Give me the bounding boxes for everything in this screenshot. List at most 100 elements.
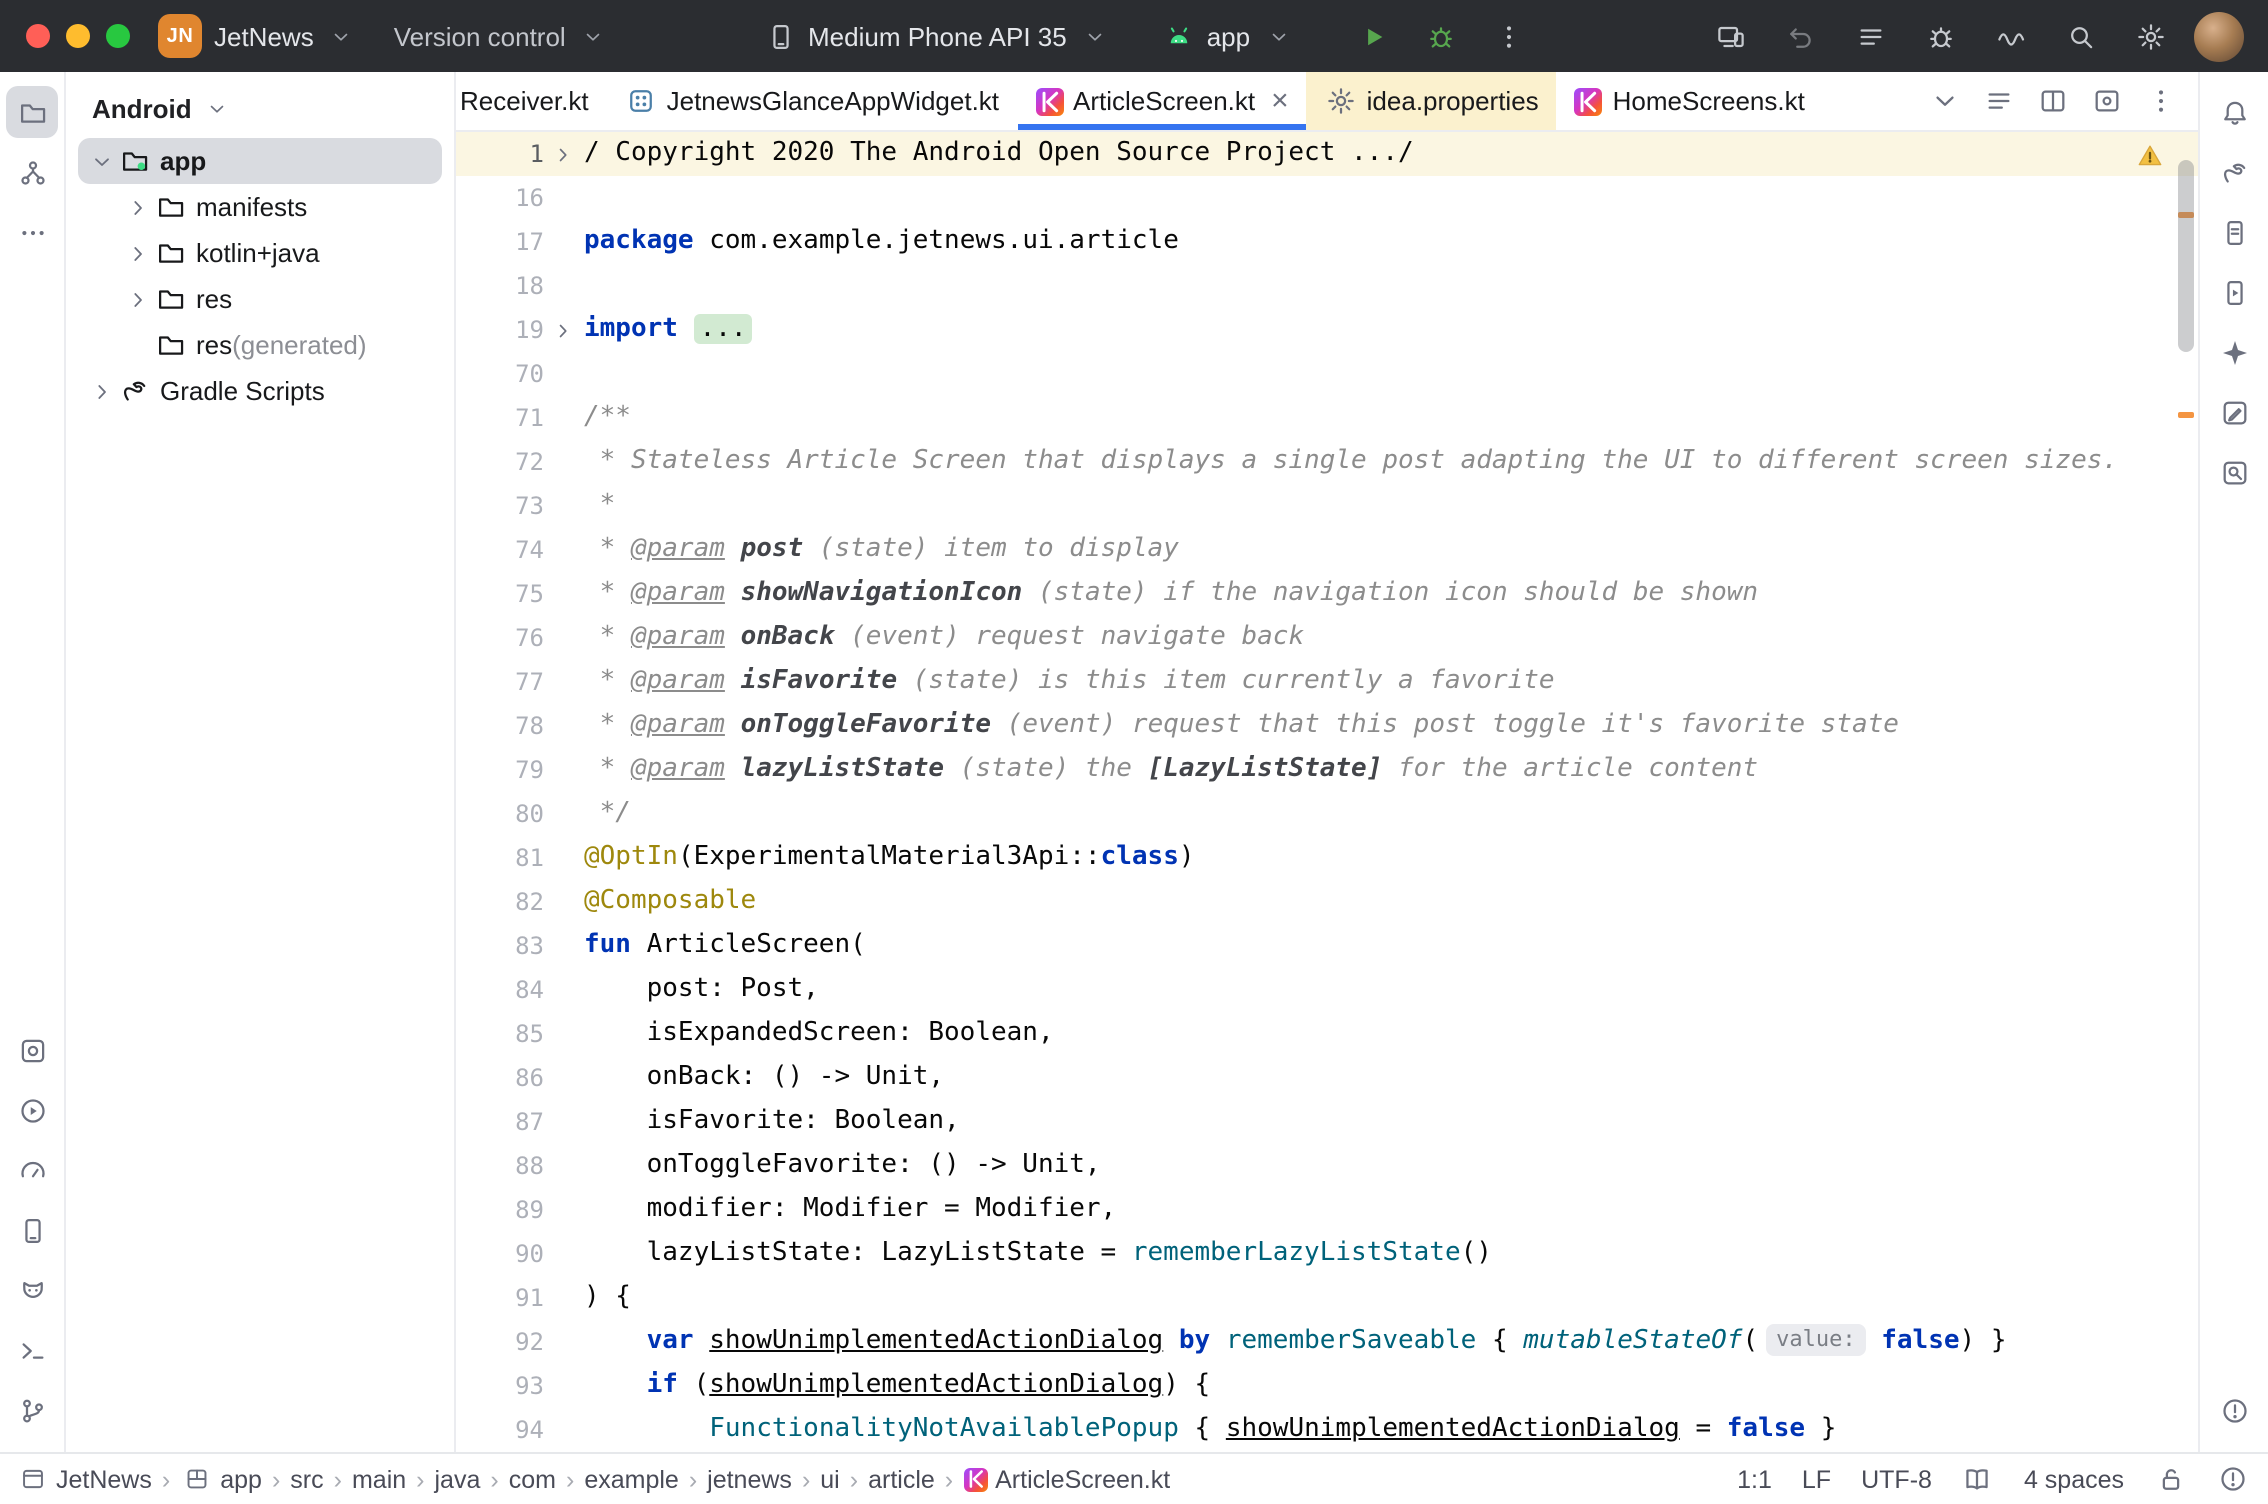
- running-devices-tool-button[interactable]: [2208, 266, 2260, 318]
- tree-item-label: res: [196, 330, 232, 360]
- editor-scrollbar[interactable]: [2172, 132, 2198, 1452]
- line-number: 93: [456, 1364, 544, 1408]
- play-icon: [1356, 20, 1388, 52]
- code-line-76: 76 * @param onBack (event) request navig…: [456, 616, 2198, 660]
- project-view-selector[interactable]: Android: [66, 86, 454, 138]
- breadcrumb-label: ArticleScreen.kt: [995, 1465, 1170, 1493]
- fold-toggle-icon[interactable]: [544, 308, 580, 352]
- tree-item-res-generated[interactable]: res (generated): [78, 322, 442, 368]
- readonly-widget[interactable]: [2154, 1463, 2186, 1495]
- user-avatar[interactable]: [2194, 11, 2244, 61]
- tab-receiver-kt[interactable]: Receiver.kt: [456, 72, 607, 130]
- tree-item-app[interactable]: app: [78, 138, 442, 184]
- vcs-widget[interactable]: Version control: [394, 20, 610, 52]
- settings-button[interactable]: [2124, 10, 2176, 62]
- version-control-tool-button[interactable]: [6, 1384, 58, 1436]
- tab-homescreens-kt[interactable]: HomeScreens.kt: [1557, 72, 1823, 130]
- notifications-button[interactable]: [2208, 86, 2260, 138]
- run-button[interactable]: [1346, 10, 1398, 62]
- scrollbar-thumb[interactable]: [2178, 160, 2194, 352]
- app-insights-button[interactable]: [1914, 10, 1966, 62]
- close-window-button[interactable]: [26, 24, 50, 48]
- line-number: 78: [456, 704, 544, 748]
- breadcrumb-ui[interactable]: ui: [820, 1465, 839, 1493]
- editor[interactable]: 1/ Copyright 2020 The Android Open Sourc…: [456, 132, 2198, 1452]
- fold-column: [544, 1144, 580, 1188]
- project-tool-button[interactable]: [6, 86, 58, 138]
- back-button[interactable]: [1774, 10, 1826, 62]
- device-selector[interactable]: Medium Phone API 35: [764, 20, 1111, 52]
- search-everywhere-button[interactable]: [2054, 10, 2106, 62]
- line-number: 88: [456, 1144, 544, 1188]
- resource-manager-tool-button[interactable]: [6, 146, 58, 198]
- run-tool-button[interactable]: [6, 1084, 58, 1136]
- line-separator-widget[interactable]: LF: [1802, 1465, 1831, 1493]
- editor-options-button[interactable]: [2136, 76, 2186, 126]
- running-devices-button[interactable]: [1704, 10, 1756, 62]
- inspections-widget[interactable]: [2134, 140, 2166, 178]
- minimize-window-button[interactable]: [66, 24, 90, 48]
- tab-jetnewsglanceappwidget-kt[interactable]: JetnewsGlanceAppWidget.kt: [607, 72, 1017, 130]
- app-inspection-tool-button[interactable]: [6, 1024, 58, 1076]
- indent-widget[interactable]: 4 spaces: [2024, 1465, 2124, 1493]
- tab-idea-properties[interactable]: idea.properties: [1307, 72, 1557, 130]
- device-explorer-tool-button[interactable]: [2208, 206, 2260, 258]
- breadcrumb-com[interactable]: com: [509, 1465, 556, 1493]
- tree-expand-icon[interactable]: [122, 191, 154, 223]
- breadcrumb-separator: ›: [406, 1465, 434, 1493]
- breadcrumb-separator: ›: [792, 1465, 820, 1493]
- code-text: [580, 264, 584, 308]
- tree-item-res[interactable]: res: [78, 276, 442, 322]
- profiler-tool-button[interactable]: [6, 1144, 58, 1196]
- debug-button[interactable]: [1414, 10, 1466, 62]
- run-config-selector[interactable]: app: [1163, 20, 1294, 52]
- reader-mode-widget[interactable]: [1962, 1463, 1994, 1495]
- more-run-actions-button[interactable]: [1482, 10, 1534, 62]
- hidden-tabs-button[interactable]: [1920, 76, 1970, 126]
- breadcrumb-app[interactable]: app: [180, 1463, 262, 1495]
- tab-articlescreen-kt[interactable]: ArticleScreen.kt×: [1017, 72, 1307, 130]
- breadcrumb-example[interactable]: example: [584, 1465, 679, 1493]
- breadcrumb-article[interactable]: article: [868, 1465, 935, 1493]
- breadcrumb-main[interactable]: main: [352, 1465, 406, 1493]
- project-widget[interactable]: JN JetNews: [158, 14, 358, 58]
- problems-widget[interactable]: [2216, 1463, 2248, 1495]
- caret-position-widget[interactable]: 1:1: [1737, 1465, 1772, 1493]
- chevron-right-icon: [546, 314, 578, 346]
- list-lines-icon: [1983, 85, 2015, 117]
- gradle-tool-button[interactable]: [2208, 146, 2260, 198]
- tree-expand-icon[interactable]: [122, 283, 154, 315]
- compose-preview-tool-button[interactable]: [2208, 386, 2260, 438]
- tree-item-manifests[interactable]: manifests: [78, 184, 442, 230]
- tree-expand-icon[interactable]: [86, 375, 118, 407]
- tree-expand-icon[interactable]: [86, 145, 118, 177]
- logcat-tool-button[interactable]: [6, 1264, 58, 1316]
- zoom-window-button[interactable]: [106, 24, 130, 48]
- project-name: JetNews: [214, 21, 314, 51]
- layout-inspector-tool-button[interactable]: [2208, 446, 2260, 498]
- breadcrumb-src[interactable]: src: [290, 1465, 323, 1493]
- breadcrumb-jetnews[interactable]: JetNews: [16, 1463, 152, 1495]
- tree-item-kotlin-java[interactable]: kotlin+java: [78, 230, 442, 276]
- cat-icon: [16, 1274, 48, 1306]
- breadcrumb-articlescreen-kt[interactable]: ArticleScreen.kt: [963, 1465, 1170, 1493]
- tree-item-gradle-scripts[interactable]: Gradle Scripts: [78, 368, 442, 414]
- breadcrumb-jetnews[interactable]: jetnews: [707, 1465, 792, 1493]
- split-editor-button[interactable]: [2028, 76, 2078, 126]
- close-tab-icon[interactable]: ×: [1271, 86, 1289, 116]
- preview-layout-button[interactable]: [2082, 76, 2132, 126]
- breadcrumb-java[interactable]: java: [435, 1465, 481, 1493]
- project-view-label: Android: [92, 93, 192, 123]
- device-manager-tool-button[interactable]: [6, 1204, 58, 1256]
- terminal-tool-button[interactable]: [6, 1324, 58, 1376]
- line-number: 86: [456, 1056, 544, 1100]
- todo-list-button[interactable]: [1844, 10, 1896, 62]
- editor-structure-button[interactable]: [1974, 76, 2024, 126]
- more-tool-windows-button[interactable]: [6, 206, 58, 258]
- encoding-widget[interactable]: UTF-8: [1861, 1465, 1932, 1493]
- problems-tool-button[interactable]: [2208, 1384, 2260, 1436]
- tree-expand-icon[interactable]: [122, 237, 154, 269]
- gemini-tool-button[interactable]: [2208, 326, 2260, 378]
- live-edit-button[interactable]: [1984, 10, 2036, 62]
- fold-toggle-icon[interactable]: [544, 132, 580, 176]
